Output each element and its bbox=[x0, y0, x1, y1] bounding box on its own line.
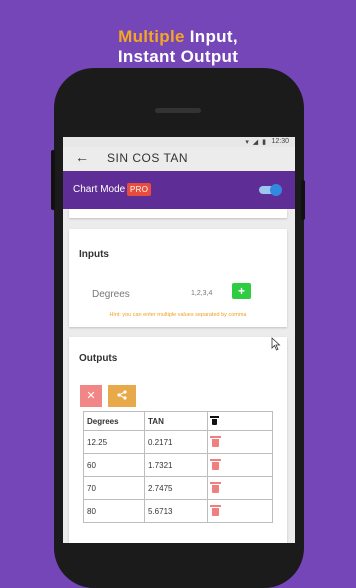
headline-rest: Input, bbox=[184, 27, 238, 46]
results-table: Degrees TAN 12.25 0.2171 60 1.7321 70 2.… bbox=[83, 411, 273, 523]
mouse-cursor-icon bbox=[271, 337, 281, 351]
degrees-cell: 12.25 bbox=[83, 430, 145, 454]
delete-row-trash-icon[interactable] bbox=[210, 458, 221, 470]
phone-screen: ▾ ◢ ▮ 12:30 ← SIN COS TAN Chart Mode PRO… bbox=[63, 137, 295, 543]
app-bar: ← SIN COS TAN bbox=[63, 147, 295, 171]
share-button[interactable] bbox=[108, 385, 136, 407]
degrees-input[interactable]: 1,2,3,4 bbox=[191, 290, 212, 297]
inputs-title: Inputs bbox=[79, 249, 109, 260]
chart-mode-bar: Chart Mode PRO bbox=[63, 171, 295, 209]
headline-line-1: Multiple Input, bbox=[0, 27, 356, 47]
headline-accent: Multiple bbox=[118, 27, 185, 46]
delete-cell bbox=[207, 453, 273, 477]
status-bar: ▾ ◢ ▮ 12:30 bbox=[63, 137, 295, 147]
delete-all-trash-icon[interactable] bbox=[210, 415, 219, 425]
delete-row-trash-icon[interactable] bbox=[210, 435, 221, 447]
inputs-card: Inputs Degrees 1,2,3,4 + Hint: you can e… bbox=[69, 229, 287, 327]
table-row: 70 2.7475 bbox=[83, 476, 273, 500]
degrees-cell: 60 bbox=[83, 453, 145, 477]
battery-icon: ▮ bbox=[262, 139, 267, 146]
tan-cell: 1.7321 bbox=[144, 453, 208, 477]
delete-row-trash-icon[interactable] bbox=[210, 481, 221, 493]
add-button[interactable]: + bbox=[232, 283, 251, 299]
status-icons: ▾ ◢ ▮ bbox=[245, 138, 267, 146]
outputs-title: Outputs bbox=[79, 353, 118, 364]
previous-card bbox=[69, 209, 287, 218]
share-icon bbox=[117, 390, 127, 400]
toggle-thumb bbox=[270, 184, 282, 196]
app-title: SIN COS TAN bbox=[107, 151, 189, 165]
degrees-field-label: Degrees bbox=[92, 289, 130, 300]
table-row: 80 5.6713 bbox=[83, 499, 273, 523]
signal-icon: ◢ bbox=[252, 139, 260, 146]
tan-cell: 5.6713 bbox=[144, 499, 208, 523]
delete-cell bbox=[207, 430, 273, 454]
input-hint: Hint: you can enter multiple values sepa… bbox=[109, 312, 247, 318]
delete-row-trash-icon[interactable] bbox=[210, 504, 221, 516]
wifi-icon: ▾ bbox=[245, 139, 250, 146]
degrees-cell: 70 bbox=[83, 476, 145, 500]
status-time: 12:30 bbox=[271, 138, 289, 145]
table-header-row: Degrees TAN bbox=[83, 411, 273, 431]
phone-side-button-right bbox=[301, 180, 305, 220]
table-row: 12.25 0.2171 bbox=[83, 430, 273, 454]
degrees-cell: 80 bbox=[83, 499, 145, 523]
outputs-card: Outputs ✕ Degrees TAN 12.25 0.2171 60 1.… bbox=[69, 337, 287, 543]
delete-cell bbox=[207, 476, 273, 500]
headline-line-2: Instant Output bbox=[117, 47, 239, 66]
phone-side-button-left bbox=[51, 150, 55, 210]
clear-button[interactable]: ✕ bbox=[80, 385, 102, 407]
phone-speaker bbox=[155, 108, 201, 113]
chart-mode-toggle[interactable] bbox=[259, 184, 282, 196]
pro-badge: PRO bbox=[127, 183, 152, 196]
column-header-tan: TAN bbox=[144, 411, 208, 431]
tan-cell: 2.7475 bbox=[144, 476, 208, 500]
chart-mode-label: Chart Mode bbox=[73, 184, 126, 195]
delete-cell bbox=[207, 499, 273, 523]
delete-all-cell bbox=[207, 411, 273, 431]
back-arrow-icon[interactable]: ← bbox=[75, 149, 89, 165]
table-row: 60 1.7321 bbox=[83, 453, 273, 477]
column-header-degrees: Degrees bbox=[83, 411, 145, 431]
tan-cell: 0.2171 bbox=[144, 430, 208, 454]
